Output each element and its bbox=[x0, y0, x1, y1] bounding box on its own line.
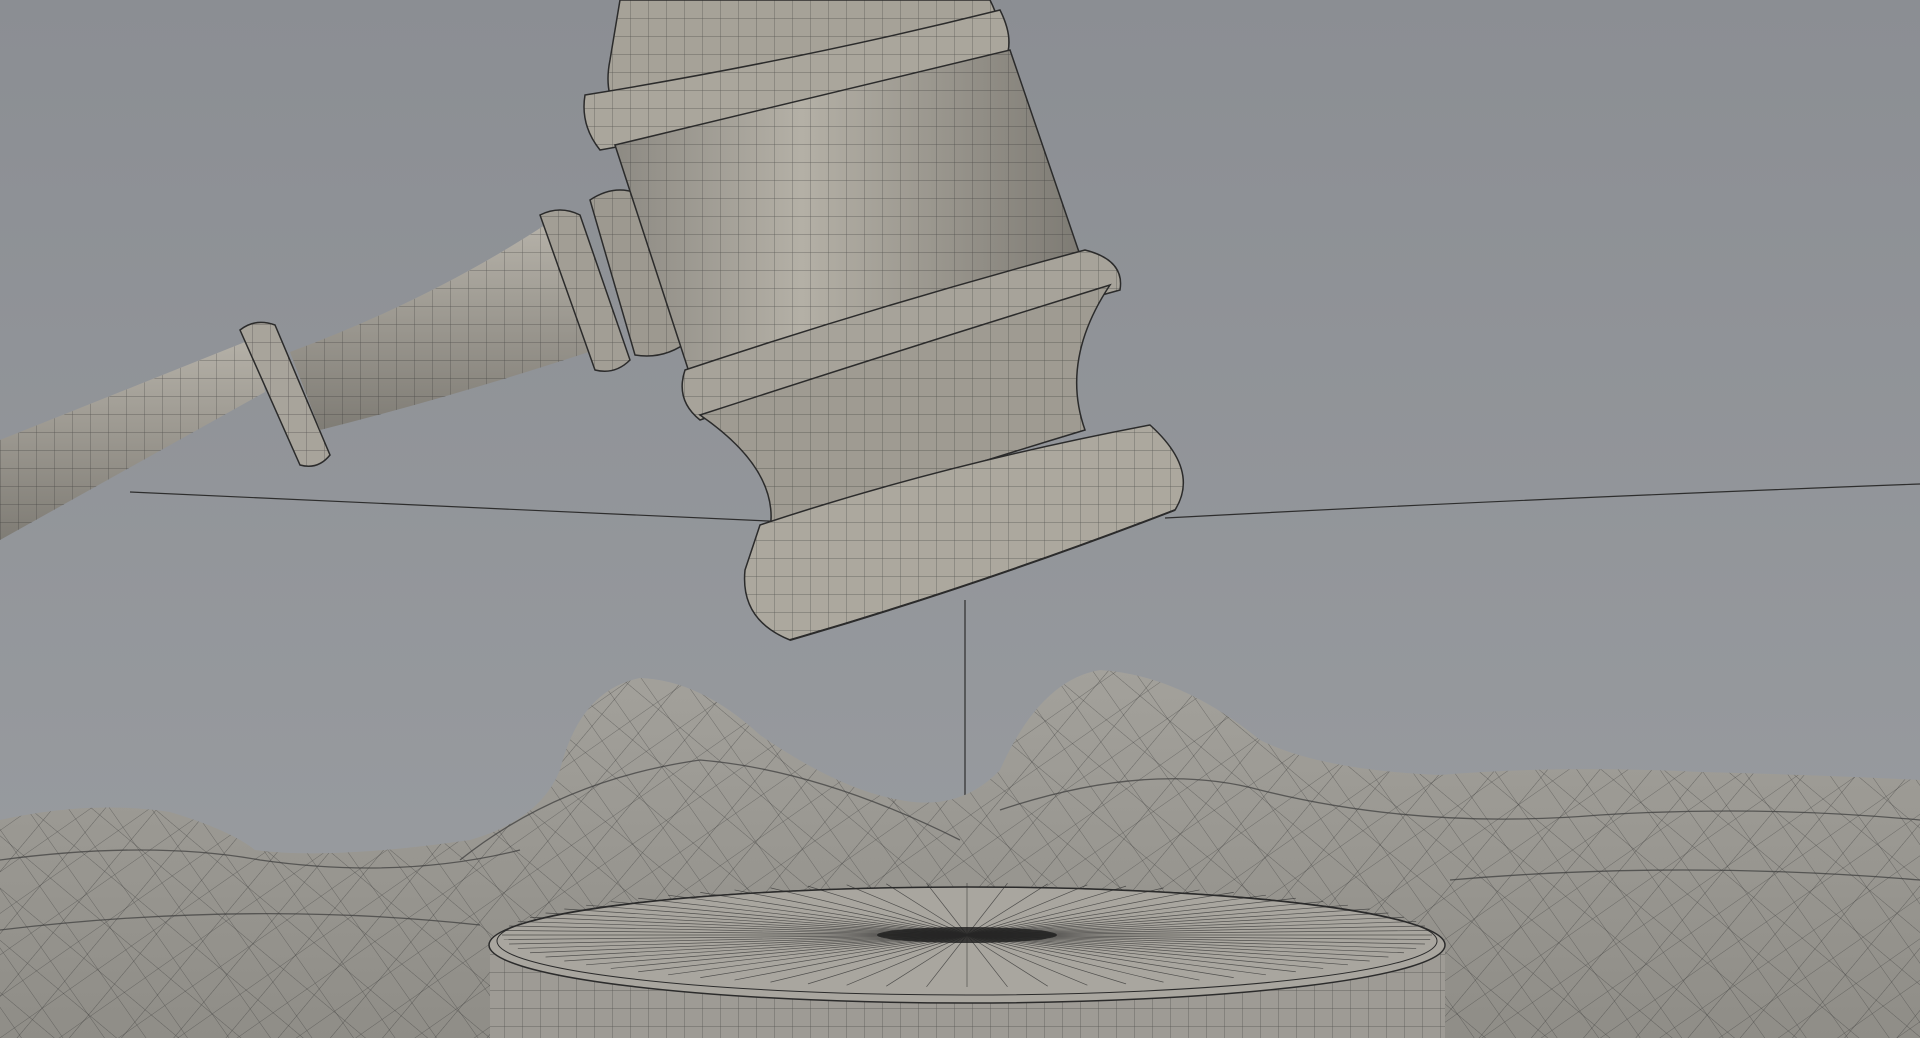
wireframe-render-viewport bbox=[0, 0, 1920, 1038]
sound-block bbox=[488, 882, 1446, 1038]
